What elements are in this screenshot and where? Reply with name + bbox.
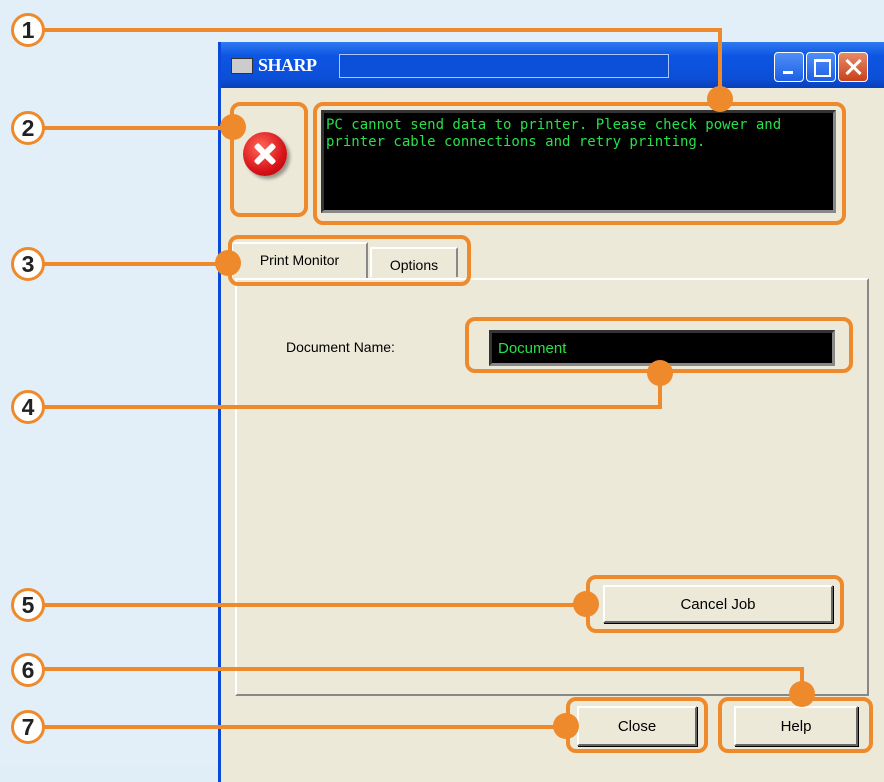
printer-icon xyxy=(231,58,253,74)
close-window-button[interactable] xyxy=(838,52,868,82)
callout-2-highlight xyxy=(230,102,308,217)
document-name-label: Document Name: xyxy=(286,339,395,355)
callout-2-line xyxy=(40,126,236,130)
callout-5-line xyxy=(40,603,586,607)
title-bar[interactable]: SHARP xyxy=(221,42,884,88)
callout-6-highlight xyxy=(718,697,873,753)
callout-4-number: 4 xyxy=(11,390,45,424)
callout-1-line-h xyxy=(40,28,722,32)
callout-2-number: 2 xyxy=(11,111,45,145)
callout-3-line xyxy=(40,262,230,266)
callout-5-number: 5 xyxy=(11,588,45,622)
maximize-button[interactable] xyxy=(806,52,836,82)
callout-4-line-h xyxy=(40,405,662,409)
window-title: SHARP xyxy=(258,55,317,75)
callout-4-highlight xyxy=(465,317,853,373)
callout-7-line xyxy=(40,725,570,729)
callout-5-highlight xyxy=(586,575,844,633)
callout-3-highlight xyxy=(228,235,471,286)
title-field xyxy=(339,54,669,78)
callout-6-number: 6 xyxy=(11,653,45,687)
callout-1-highlight xyxy=(313,102,846,225)
callout-7-highlight xyxy=(566,697,708,753)
callout-7-number: 7 xyxy=(11,710,45,744)
minimize-button[interactable] xyxy=(774,52,804,82)
callout-6-line-h xyxy=(40,667,804,671)
callout-3-number: 3 xyxy=(11,247,45,281)
callout-1-number: 1 xyxy=(11,13,45,47)
